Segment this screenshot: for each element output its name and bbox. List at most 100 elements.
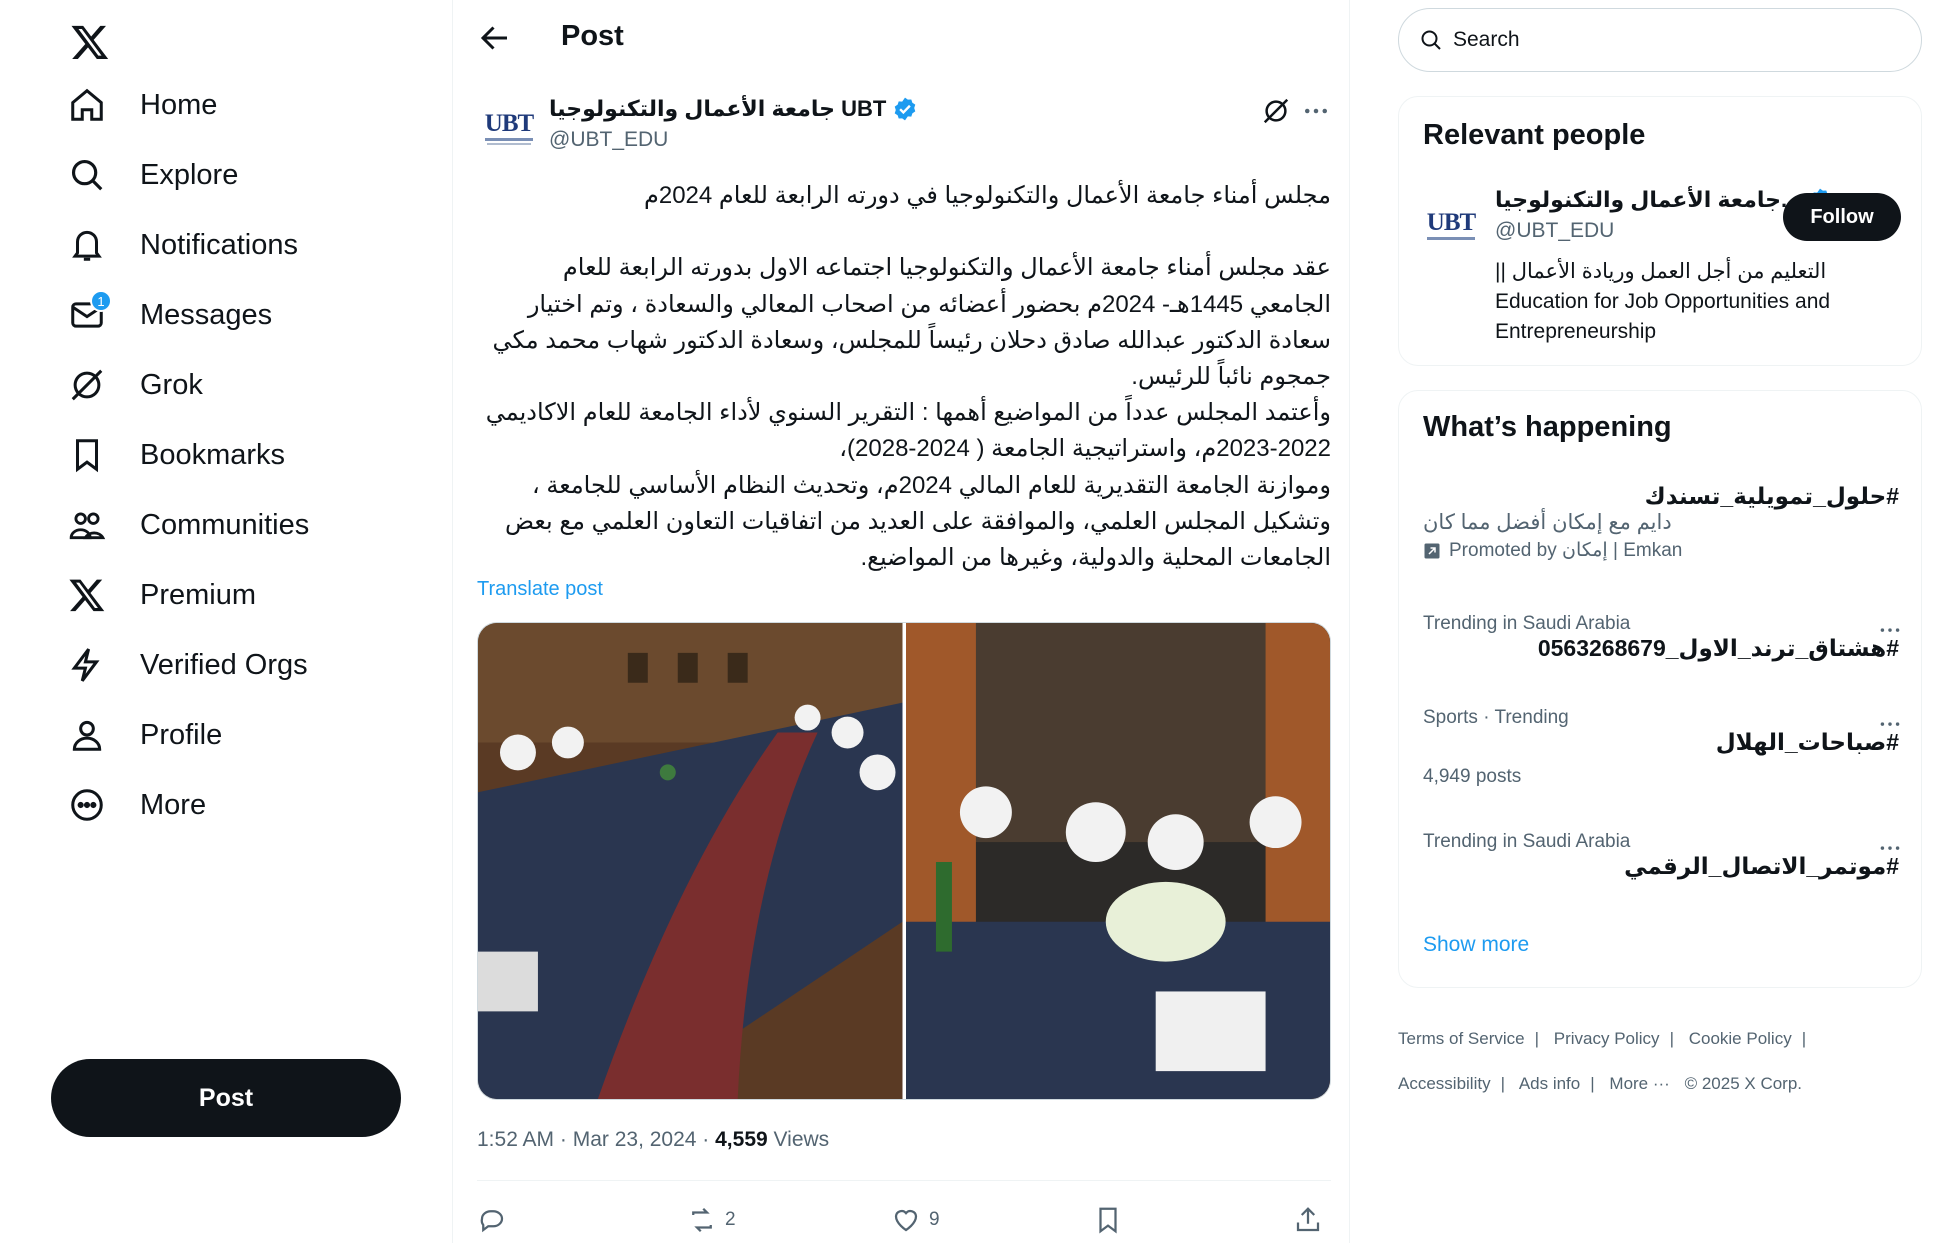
trend-item[interactable]: Sports · Trending #صباحات_الهلال 4,949 p… [1423, 707, 1900, 788]
author-name: جامعة الأعمال والتكنولوجيا UBT [549, 96, 887, 121]
bio-english: Education for Job Opportunities and Entr… [1495, 290, 1831, 343]
bookmark-icon [52, 420, 122, 490]
promoted-icon [1424, 543, 1440, 558]
trend-title: #موتمر_الاتصال_الرقمي [1624, 853, 1899, 879]
nav-more[interactable]: More [52, 770, 230, 840]
translate-link[interactable]: Translate post [477, 578, 603, 601]
footer-accessibility[interactable]: Accessibility [1398, 1074, 1491, 1093]
avatar-line [485, 138, 533, 141]
promoted-desc: دايم مع إمكان أفضل مما كان [1423, 511, 1672, 534]
nav-notifications[interactable]: Notifications [52, 210, 322, 280]
person-icon [52, 700, 122, 770]
footer-separator: | [1534, 1029, 1540, 1048]
promoted-trend[interactable]: #حلول_تمويلية_تسندك دايم مع إمكان أفضل م… [1423, 483, 1899, 562]
avatar[interactable]: UBT [481, 100, 537, 156]
nav-grok[interactable]: Grok [52, 350, 227, 420]
whats-happening-title: What’s happening [1423, 411, 1672, 443]
footer-more[interactable]: More ··· [1609, 1074, 1669, 1093]
nav-messages[interactable]: 1 Messages [52, 280, 296, 350]
like-button[interactable]: 9 [891, 1200, 940, 1240]
search-icon [1421, 30, 1441, 50]
footer-separator: | [1590, 1074, 1595, 1093]
post-button[interactable]: Post [51, 1059, 401, 1137]
footer: Terms of Service | Privacy Policy | Cookie… [1398, 1016, 1918, 1106]
nav-bookmarks-label: Bookmarks [140, 438, 286, 471]
post-text: مجلس أمناء جامعة الأعمال والتكنولوجيا في… [485, 182, 1331, 572]
search-icon [52, 140, 122, 210]
avatar[interactable]: UBT [1423, 197, 1479, 253]
footer-separator: | [1801, 1029, 1807, 1048]
footer-cookie[interactable]: Cookie Policy [1689, 1029, 1792, 1048]
trend-category: Trending in Saudi Arabia [1423, 613, 1631, 634]
post-media[interactable] [477, 622, 1331, 1100]
photo-meeting[interactable] [905, 623, 1330, 1099]
post-column: Post UBT جامعة الأعمال والتكنولوجيا UBT … [452, 0, 1350, 1243]
nav-profile[interactable]: Profile [52, 700, 246, 770]
search-placeholder: Search [1453, 28, 1520, 51]
nav-premium[interactable]: Premium [52, 560, 280, 630]
left-sidebar: Home Explore Notifications 1 Messages Gr… [0, 0, 452, 1243]
like-count: 9 [929, 1209, 940, 1230]
promoted-by-text: Promoted by إمكان | Emkan [1449, 540, 1683, 561]
divider [477, 1180, 1331, 1181]
nav-notifications-label: Notifications [140, 228, 298, 261]
more-options-icon[interactable] [1877, 615, 1903, 641]
author-name-row[interactable]: جامعة الأعمال والتكنولوجيا UBT [549, 96, 918, 122]
footer-separator: | [1669, 1029, 1674, 1048]
x-logo-icon[interactable] [70, 22, 110, 62]
bookmark-button[interactable] [1093, 1200, 1123, 1240]
more-options-icon[interactable] [1301, 96, 1331, 126]
repost-button[interactable]: 2 [687, 1200, 736, 1240]
back-arrow-icon[interactable] [477, 20, 513, 56]
more-options-icon[interactable] [1877, 833, 1903, 859]
trend-title: #صباحات_الهلال [1715, 729, 1899, 755]
author-handle[interactable]: @UBT_EDU [549, 128, 668, 152]
nav-communities[interactable]: Communities [52, 490, 333, 560]
share-button[interactable] [1293, 1200, 1323, 1240]
reply-button[interactable] [477, 1200, 515, 1240]
promoted-by: Promoted by إمكان | Emkan [1423, 539, 1899, 562]
footer-terms[interactable]: Terms of Service [1398, 1029, 1525, 1048]
nav-explore[interactable]: Explore [52, 140, 262, 210]
page-title: Post [561, 20, 624, 52]
footer-ads-info[interactable]: Ads info [1519, 1074, 1580, 1093]
repost-icon [692, 1207, 712, 1233]
views-count: 4,559 [715, 1128, 768, 1151]
nav-messages-label: Messages [140, 298, 273, 331]
trend-item[interactable]: Trending in Saudi Arabia #موتمر_الاتصال_… [1423, 831, 1900, 880]
nav-verified-orgs-label: Verified Orgs [140, 648, 308, 681]
bookmark-icon [1099, 1207, 1117, 1234]
share-icon [1296, 1207, 1320, 1232]
follow-button[interactable]: Follow [1783, 193, 1901, 241]
show-more-link[interactable]: Show more [1423, 933, 1529, 957]
right-sidebar: Search Relevant people UBT جامعة الأعمال… [1350, 0, 1951, 1243]
more-options-icon[interactable] [1877, 709, 1903, 735]
nav-home[interactable]: Home [52, 70, 241, 140]
lightning-icon [52, 630, 122, 700]
mail-icon: 1 [52, 280, 122, 350]
heart-icon [894, 1209, 918, 1232]
trend-item[interactable]: Trending in Saudi Arabia #هشتاق_ترند_الا… [1423, 613, 1900, 662]
trend-posts: 4,949 posts [1423, 766, 1522, 787]
search-input[interactable]: Search [1398, 8, 1922, 72]
relevant-name-row[interactable]: جامعة الأعمال والتكنولوجيا... [1495, 187, 1833, 213]
grok-icon[interactable] [1261, 96, 1291, 126]
relevant-handle[interactable]: @UBT_EDU [1495, 219, 1614, 243]
nav-verified-orgs[interactable]: Verified Orgs [52, 630, 332, 700]
photo-boardroom[interactable] [478, 623, 903, 1099]
avatar-line [487, 143, 531, 145]
footer-copyright: © 2025 X Corp. [1684, 1074, 1803, 1093]
nav-premium-label: Premium [140, 578, 257, 611]
trend-title: #هشتاق_ترند_الاول_0563268679 [1537, 635, 1899, 661]
trend-category: Sports · Trending [1423, 707, 1569, 728]
bell-icon [52, 210, 122, 280]
messages-badge: 1 [90, 290, 112, 312]
more-circle-icon [52, 770, 122, 840]
x-logo-icon [52, 560, 122, 630]
promoted-title: #حلول_تمويلية_تسندك [1644, 483, 1899, 509]
relevant-people-title: Relevant people [1423, 119, 1646, 151]
footer-privacy[interactable]: Privacy Policy [1554, 1029, 1660, 1048]
post-timestamp[interactable]: 1:52 AM · Mar 23, 2024 · [477, 1128, 715, 1151]
nav-bookmarks[interactable]: Bookmarks [52, 420, 309, 490]
reply-icon [480, 1210, 504, 1233]
